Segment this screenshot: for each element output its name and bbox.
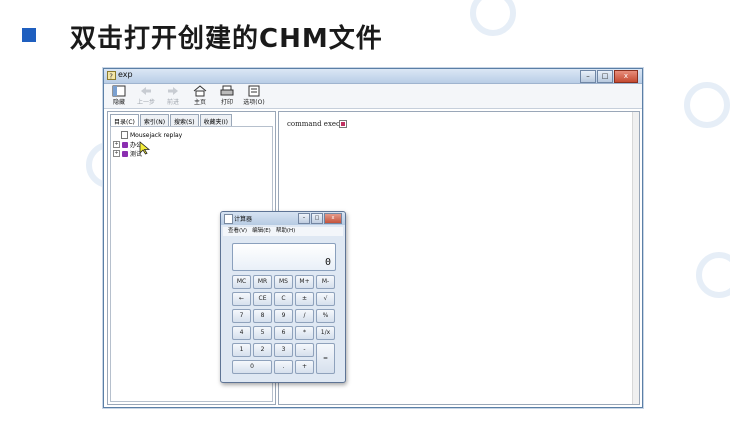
watermark-logo xyxy=(696,252,730,298)
calc-key[interactable]: MS xyxy=(274,275,293,289)
calc-key[interactable]: 8 xyxy=(253,309,272,323)
forward-label: 前进 xyxy=(166,99,179,106)
tree-item-test[interactable]: + 测试 xyxy=(113,149,142,158)
calc-key[interactable]: 6 xyxy=(274,326,293,340)
calculator-window: 计算器 – □ x 查看(V) 编辑(E) 帮助(H) 0 MC MR MS M+ M-… xyxy=(220,211,346,383)
calc-key[interactable]: M+ xyxy=(295,275,314,289)
forward-arrow-icon xyxy=(168,87,178,95)
calc-key[interactable]: 5 xyxy=(253,326,272,340)
back-button[interactable]: 上一步 xyxy=(134,84,158,108)
window-title: exp xyxy=(118,70,133,79)
calc-maximize-button[interactable]: □ xyxy=(311,213,323,224)
minimize-button[interactable]: – xyxy=(580,70,596,83)
help-toolbar: 隐藏 上一步 前进 主页 打印 选项(O) xyxy=(104,84,642,109)
calc-key[interactable]: M- xyxy=(316,275,335,289)
options-button[interactable]: 选项(O) xyxy=(242,84,266,108)
calc-key[interactable]: % xyxy=(316,309,335,323)
calculator-titlebar[interactable]: 计算器 – □ x xyxy=(221,212,345,225)
hide-button[interactable]: 隐藏 xyxy=(107,84,131,108)
calculator-icon xyxy=(224,214,233,224)
menu-help[interactable]: 帮助(H) xyxy=(276,227,295,236)
menu-view[interactable]: 查看(V) xyxy=(228,227,247,236)
back-label: 上一步 xyxy=(136,99,155,106)
calc-key[interactable]: - xyxy=(295,343,314,357)
tree-item-office[interactable]: + 办公 xyxy=(113,140,142,149)
calc-key[interactable]: C xyxy=(274,292,293,306)
print-label: 打印 xyxy=(220,99,233,106)
tree-item-mousejack[interactable]: Mousejack replay xyxy=(121,131,182,139)
calc-key[interactable]: 3 xyxy=(274,343,293,357)
calc-key[interactable]: 4 xyxy=(232,326,251,340)
watermark-logo xyxy=(470,0,516,36)
book-icon xyxy=(122,141,128,148)
content-text: command exec. xyxy=(287,120,343,128)
calc-minimize-button[interactable]: – xyxy=(298,213,310,224)
calc-key[interactable]: 0 xyxy=(232,360,272,374)
calc-key[interactable]: MC xyxy=(232,275,251,289)
calc-close-button[interactable]: x xyxy=(324,213,342,224)
calc-key[interactable]: / xyxy=(295,309,314,323)
calculator-menubar: 查看(V) 编辑(E) 帮助(H) xyxy=(223,227,343,236)
watermark-logo xyxy=(684,82,730,128)
calc-key[interactable]: CE xyxy=(253,292,272,306)
home-icon xyxy=(193,85,207,97)
tree-item-label: Mousejack replay xyxy=(130,131,183,139)
title-bullet xyxy=(22,28,36,42)
calc-key[interactable]: ± xyxy=(295,292,314,306)
slide-title: 双击打开创建的CHM文件 xyxy=(70,24,383,54)
calc-key[interactable]: MR xyxy=(253,275,272,289)
help-file-icon: ? xyxy=(107,71,116,80)
close-button[interactable]: x xyxy=(614,70,638,83)
window-titlebar[interactable]: ? exp – □ x xyxy=(104,69,642,84)
calculator-title: 计算器 xyxy=(234,216,253,223)
page-icon xyxy=(121,131,128,139)
expand-icon[interactable]: + xyxy=(113,141,120,148)
calc-key[interactable]: 2 xyxy=(253,343,272,357)
menu-edit[interactable]: 编辑(E) xyxy=(252,227,271,236)
hide-label: 隐藏 xyxy=(112,99,125,106)
home-button[interactable]: 主页 xyxy=(188,84,212,108)
print-button[interactable]: 打印 xyxy=(215,84,239,108)
calc-key[interactable]: = xyxy=(316,343,335,374)
calculator-display: 0 xyxy=(232,243,336,271)
options-icon xyxy=(248,85,260,97)
calc-key[interactable]: ← xyxy=(232,292,251,306)
calc-key[interactable]: * xyxy=(295,326,314,340)
expand-icon[interactable]: + xyxy=(113,150,120,157)
broken-image-icon xyxy=(339,120,347,128)
mouse-cursor-icon xyxy=(139,141,151,155)
calc-key[interactable]: 1/x xyxy=(316,326,335,340)
hide-icon xyxy=(112,85,126,97)
back-arrow-icon xyxy=(141,87,151,95)
vertical-scrollbar[interactable] xyxy=(632,112,639,404)
calc-key[interactable]: 1 xyxy=(232,343,251,357)
calc-key[interactable]: + xyxy=(295,360,314,374)
book-icon xyxy=(122,150,128,157)
calc-key[interactable]: . xyxy=(274,360,293,374)
calc-key[interactable]: 9 xyxy=(274,309,293,323)
calc-key[interactable]: 7 xyxy=(232,309,251,323)
forward-button[interactable]: 前进 xyxy=(161,84,185,108)
maximize-button[interactable]: □ xyxy=(597,70,613,83)
calc-key[interactable]: √ xyxy=(316,292,335,306)
home-label: 主页 xyxy=(193,99,206,106)
chm-window: ? exp – □ x 隐藏 上一步 前进 主页 打印 选项(O) 目录(C) … xyxy=(103,68,643,408)
print-icon xyxy=(220,85,234,96)
svg-text:?: ? xyxy=(109,72,113,80)
options-label: 选项(O) xyxy=(243,99,265,106)
display-value: 0 xyxy=(324,257,331,268)
